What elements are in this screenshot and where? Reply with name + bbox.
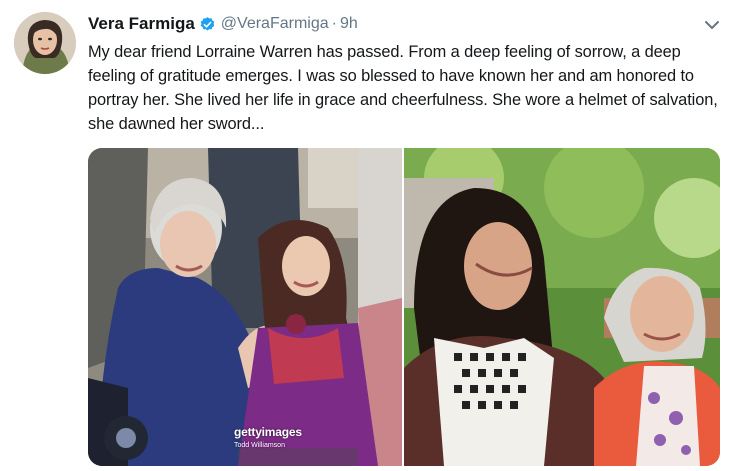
chevron-down-icon[interactable]	[703, 18, 721, 32]
photo-left[interactable]: gettyimages Todd Williamson	[88, 148, 402, 466]
getty-watermark: gettyimages Todd Williamson	[234, 426, 302, 452]
verified-badge-icon	[199, 16, 216, 33]
display-name[interactable]: Vera Farmiga	[88, 14, 195, 34]
avatar-portrait-image	[14, 12, 76, 74]
photo-right[interactable]	[404, 148, 720, 466]
tweet-header: Vera Farmiga @VeraFarmiga · 9h	[88, 13, 358, 35]
watermark-brand: gettyimages	[234, 425, 302, 439]
tweet-text: My dear friend Lorraine Warren has passe…	[88, 43, 718, 133]
media-grid: gettyimages Todd Williamson	[88, 148, 720, 466]
user-handle[interactable]: @VeraFarmiga	[221, 15, 329, 33]
tweet: Vera Farmiga @VeraFarmiga · 9h My dear f…	[0, 0, 735, 471]
watermark-credit: Todd Williamson	[234, 442, 285, 449]
separator-dot: ·	[331, 15, 337, 32]
timestamp[interactable]: 9h	[340, 15, 358, 33]
avatar[interactable]	[14, 12, 76, 74]
